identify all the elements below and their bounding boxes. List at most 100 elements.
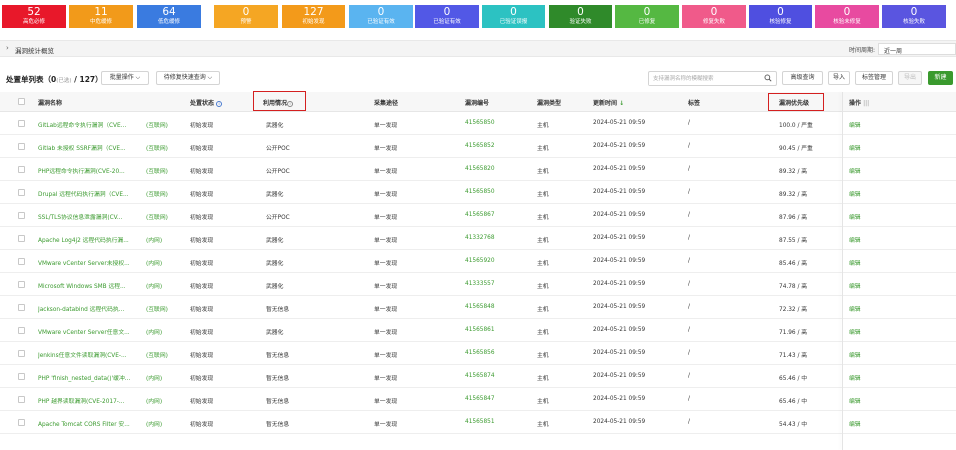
edit-link[interactable]: 编辑 (849, 235, 861, 244)
edit-link[interactable]: 编辑 (849, 212, 861, 221)
tag-manage-button[interactable]: 标签管理 (855, 71, 893, 85)
stat-card[interactable]: 0 验证失败 (549, 5, 612, 28)
sort-desc-icon[interactable]: ↓ (619, 100, 624, 107)
vuln-id-link[interactable]: 41565867 (465, 212, 495, 218)
table-row[interactable]: Apache Log4j2 远程代码执行漏... (内网) 初始发现 武器化 单一发现 4… (0, 227, 956, 250)
row-checkbox[interactable] (18, 166, 25, 173)
stat-card[interactable]: 0 核验修复 (749, 5, 812, 28)
edit-link[interactable]: 编辑 (849, 166, 861, 175)
edit-link[interactable]: 编辑 (849, 350, 861, 359)
row-checkbox[interactable] (18, 396, 25, 403)
vuln-name-link[interactable]: PHP远程命令执行漏洞(CVE-20... (38, 166, 130, 175)
vuln-name-link[interactable]: VMware vCenter Server未授权... (38, 258, 130, 267)
vuln-name-link[interactable]: Apache Tomcat CORS Filter 安... (38, 419, 130, 428)
vuln-id-link[interactable]: 41332768 (465, 235, 495, 241)
edit-link[interactable]: 编辑 (849, 396, 861, 405)
stat-card[interactable]: 127 初始发现 (282, 5, 345, 28)
row-checkbox[interactable] (18, 235, 25, 242)
row-checkbox[interactable] (18, 143, 25, 150)
vuln-name-link[interactable]: Drupal 远程代码执行漏洞（CVE... (38, 189, 130, 198)
period-select[interactable]: 近一周 (878, 43, 956, 55)
stat-card[interactable]: 0 已验证有效 (349, 5, 413, 28)
stat-card[interactable]: 52 高危必修 (2, 5, 66, 28)
vuln-id-link[interactable]: 41565874 (465, 373, 495, 379)
vuln-id-link[interactable]: 41333557 (465, 281, 495, 287)
stat-card[interactable]: 0 已验证误报 (482, 5, 545, 28)
table-row[interactable]: Drupal 远程代码执行漏洞（CVE... (互联网) 初始发现 武器化 单一发现 41… (0, 181, 956, 204)
edit-link[interactable]: 编辑 (849, 327, 861, 336)
stat-card[interactable]: 0 核验失败 (882, 5, 946, 28)
edit-link[interactable]: 编辑 (849, 304, 861, 313)
stat-card[interactable]: 64 低危缓修 (137, 5, 201, 28)
stat-card[interactable]: 0 已修复 (615, 5, 679, 28)
vuln-name-link[interactable]: Jackson-databind 远程代码执... (38, 304, 130, 313)
advanced-query-button[interactable]: 高级查询 (782, 71, 823, 85)
edit-link[interactable]: 编辑 (849, 120, 861, 129)
vuln-name-link[interactable]: VMware vCenter Server任意文... (38, 327, 130, 336)
edit-link[interactable]: 编辑 (849, 281, 861, 290)
table-row[interactable]: Jackson-databind 远程代码执... (互联网) 初始发现 暂无信息 单一… (0, 296, 956, 319)
edit-link[interactable]: 编辑 (849, 189, 861, 198)
stats-overview-bar[interactable]: › 漏洞统计概览 时间周期: 近一周 (0, 40, 956, 57)
vuln-name-link[interactable]: Apache Log4j2 远程代码执行漏... (38, 235, 130, 244)
stat-card[interactable]: 11 中危缓修 (69, 5, 133, 28)
row-checkbox[interactable] (18, 212, 25, 219)
vuln-id-link[interactable]: 41565850 (465, 120, 495, 126)
edit-link[interactable]: 编辑 (849, 373, 861, 382)
vuln-name-link[interactable]: PHP 'finish_nested_data()'缓冲... (38, 373, 130, 382)
vuln-id-link[interactable]: 41565852 (465, 143, 495, 149)
stat-card[interactable]: 0 已验证有效 (415, 5, 479, 28)
column-settings-icon[interactable]: ||| (863, 100, 869, 107)
search-box[interactable] (648, 71, 777, 86)
vuln-id-link[interactable]: 41565861 (465, 327, 495, 333)
table-row[interactable]: VMware vCenter Server任意文... (内网) 初始发现 武器化 单一… (0, 319, 956, 342)
table-row[interactable]: PHP 越界读取漏洞(CVE-2017-... (内网) 初始发现 暂无信息 单一发现 4… (0, 388, 956, 411)
search-icon[interactable] (764, 74, 772, 82)
vuln-name-link[interactable]: Gitlab 未授权 SSRF漏洞（CVE... (38, 143, 130, 152)
import-button[interactable]: 导入 (828, 71, 850, 85)
table-row[interactable]: GitLab远程命令执行漏洞（CVE... (互联网) 初始发现 武器化 单一发现 415… (0, 112, 956, 135)
table-row[interactable]: PHP远程命令执行漏洞(CVE-20... (互联网) 初始发现 公开POC 单一发现 4… (0, 158, 956, 181)
row-checkbox[interactable] (18, 373, 25, 380)
select-all-checkbox[interactable] (18, 98, 25, 105)
new-button[interactable]: 新建 (928, 71, 953, 85)
row-checkbox[interactable] (18, 350, 25, 357)
table-row[interactable]: Apache Tomcat CORS Filter 安... (内网) 初始发现 暂无… (0, 411, 956, 434)
row-checkbox[interactable] (18, 304, 25, 311)
stat-card[interactable]: 0 核验未修复 (815, 5, 879, 28)
vuln-name-link[interactable]: Microsoft Windows SMB 远程... (38, 281, 130, 290)
col-updated[interactable]: 更新时间 ↓ (593, 98, 624, 107)
row-checkbox[interactable] (18, 419, 25, 426)
stat-card[interactable]: 0 预警 (214, 5, 278, 28)
table-row[interactable]: Jenkins任意文件读取漏洞(CVE-... (互联网) 初始发现 暂无信息 单一发现… (0, 342, 956, 365)
vuln-name-link[interactable]: Jenkins任意文件读取漏洞(CVE-... (38, 350, 130, 359)
vuln-id-link[interactable]: 41565820 (465, 166, 495, 172)
vuln-id-link[interactable]: 41565847 (465, 396, 495, 402)
vuln-id-link[interactable]: 41565856 (465, 350, 495, 356)
edit-link[interactable]: 编辑 (849, 143, 861, 152)
row-checkbox[interactable] (18, 189, 25, 196)
row-checkbox[interactable] (18, 258, 25, 265)
vuln-id-link[interactable]: 41565850 (465, 189, 495, 195)
table-row[interactable]: PHP 'finish_nested_data()'缓冲... (内网) 初始发现 暂… (0, 365, 956, 388)
info-icon[interactable]: i (216, 100, 223, 107)
row-checkbox[interactable] (18, 281, 25, 288)
table-row[interactable]: SSL/TLS协议信息泄露漏洞(CV... (互联网) 初始发现 公开POC 单一发现 4… (0, 204, 956, 227)
vuln-id-link[interactable]: 41565920 (465, 258, 495, 264)
vuln-name-link[interactable]: SSL/TLS协议信息泄露漏洞(CV... (38, 212, 130, 221)
batch-operation-dropdown[interactable]: 批量操作 ⌵ (101, 71, 149, 85)
vuln-name-link[interactable]: PHP 越界读取漏洞(CVE-2017-... (38, 396, 130, 405)
row-checkbox[interactable] (18, 327, 25, 334)
vuln-name-link[interactable]: GitLab远程命令执行漏洞（CVE... (38, 120, 130, 129)
vuln-id-link[interactable]: 41565851 (465, 419, 495, 425)
edit-link[interactable]: 编辑 (849, 258, 861, 267)
chevron-right-icon[interactable]: › (6, 44, 9, 52)
table-row[interactable]: Microsoft Windows SMB 远程... (内网) 初始发现 武器化 单一… (0, 273, 956, 296)
row-checkbox[interactable] (18, 120, 25, 127)
edit-link[interactable]: 编辑 (849, 419, 861, 428)
search-input[interactable] (649, 73, 761, 85)
vuln-id-link[interactable]: 41565848 (465, 304, 495, 310)
table-row[interactable]: Gitlab 未授权 SSRF漏洞（CVE... (互联网) 初始发现 公开POC 单一… (0, 135, 956, 158)
export-button[interactable]: 导出 (898, 71, 922, 85)
quick-query-dropdown[interactable]: 待修复快速查询 ⌵ (156, 71, 220, 85)
